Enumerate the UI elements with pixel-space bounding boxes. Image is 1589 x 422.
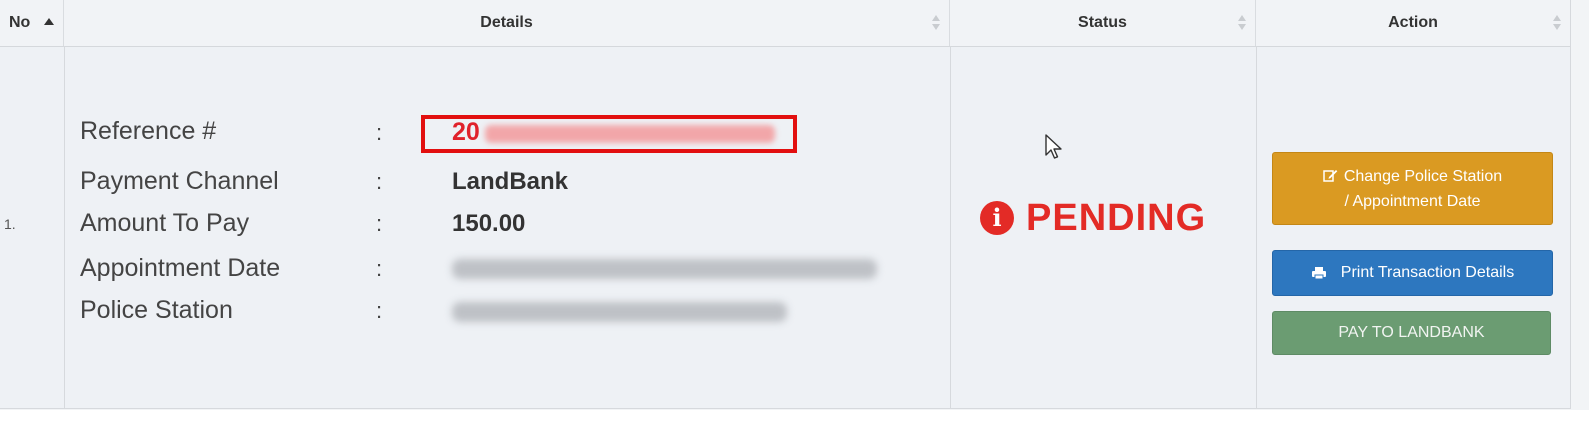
sort-ascending-icon (44, 18, 54, 25)
column-header-action-label: Action (1388, 14, 1438, 31)
change-button-line1: Change Police Station (1343, 167, 1503, 185)
sort-icon (1552, 14, 1562, 32)
status-badge: i PENDING (980, 196, 1206, 240)
page-bottom-strip (0, 410, 1589, 422)
print-icon (1311, 267, 1326, 280)
change-police-station-button[interactable]: Change Police Station / Appointment Date (1272, 152, 1553, 225)
change-button-line2: / Appointment Date (1344, 192, 1481, 210)
print-transaction-details-button[interactable]: Print Transaction Details (1272, 250, 1553, 296)
column-header-details[interactable]: Details (64, 0, 950, 46)
column-header-status-label: Status (1078, 14, 1127, 31)
transactions-table: No Details Status Action 1. Reference # … (0, 0, 1571, 409)
appointment-date-redacted (452, 259, 877, 279)
police-station-redacted (452, 302, 787, 322)
amount-to-pay-label: Amount To Pay (80, 209, 250, 237)
appointment-date-label: Appointment Date (80, 254, 281, 282)
print-button-label: Print Transaction Details (1340, 264, 1515, 281)
reference-label: Reference # (80, 117, 217, 145)
pay-button-label: PAY TO LANDBANK (1338, 324, 1485, 341)
separator: : (376, 169, 383, 194)
column-divider (1256, 46, 1257, 408)
column-divider (64, 46, 65, 408)
row-number: 1. (4, 216, 16, 232)
pay-to-landbank-button[interactable]: PAY TO LANDBANK (1272, 311, 1551, 355)
payment-channel-value: LandBank (452, 168, 569, 195)
column-header-no[interactable]: No (0, 0, 64, 46)
table-header: No Details Status Action (0, 0, 1570, 47)
separator: : (376, 256, 383, 281)
highlight-box (421, 115, 797, 153)
status-text: PENDING (1026, 196, 1207, 239)
separator: : (376, 211, 383, 236)
amount-to-pay-value: 150.00 (452, 210, 526, 237)
separator: : (376, 120, 383, 145)
sort-icon (1237, 14, 1247, 32)
column-header-no-label: No (9, 14, 31, 31)
column-header-action[interactable]: Action (1256, 0, 1570, 46)
payment-channel-label: Payment Channel (80, 167, 279, 195)
police-station-label: Police Station (80, 296, 233, 324)
column-header-details-label: Details (480, 14, 533, 31)
info-circle-icon: i (980, 201, 1014, 235)
separator: : (376, 298, 383, 323)
mouse-cursor-icon (1045, 134, 1062, 159)
column-header-status[interactable]: Status (950, 0, 1256, 46)
sort-icon (931, 14, 941, 32)
column-divider (950, 46, 951, 408)
edit-icon (1323, 169, 1338, 182)
